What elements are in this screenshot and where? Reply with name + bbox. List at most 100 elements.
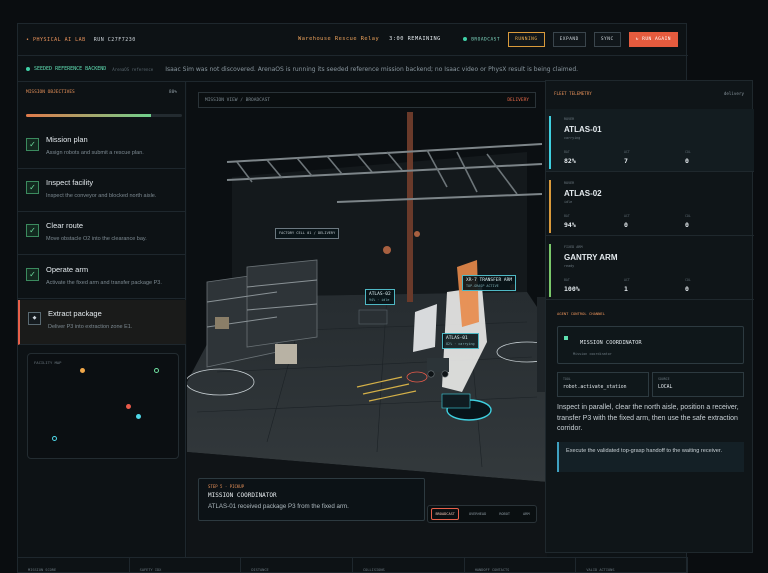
diamond-icon: ◆ <box>28 312 41 325</box>
check-icon: ✓ <box>26 138 39 151</box>
tag-atlas-01[interactable]: ATLAS-01 82% · carrying <box>442 333 479 350</box>
objective-item-active[interactable]: ◆ Extract package Deliver P3 into extrac… <box>18 300 186 345</box>
act-label: ACT <box>624 214 630 218</box>
act-value: 0 <box>624 221 628 229</box>
seed-dot-icon <box>26 67 30 71</box>
objective-title: Mission plan <box>46 135 88 144</box>
tab-broadcast[interactable]: BROADCAST <box>431 508 459 520</box>
live-dot-icon <box>463 36 468 41</box>
metrics-bar: MISSION SCORE SAFETY IDX DISTANCE COLLIS… <box>18 557 689 573</box>
facility-map[interactable]: FACILITY MAP <box>27 353 179 459</box>
objectives-percent: 80% <box>168 90 177 95</box>
bat-label: BAT <box>564 278 570 282</box>
objective-item[interactable]: ✓ Clear route Move obstacle O2 into the … <box>18 212 186 255</box>
map-marker-extraction <box>52 436 57 441</box>
objective-desc: Deliver P3 into extraction zone E1. <box>48 324 133 330</box>
fleet-card-atlas-01[interactable]: ROVER ATLAS-01 carrying BAT 82% ACT 7 CO… <box>546 109 754 172</box>
act-label: ACT <box>624 278 630 282</box>
bat-label: BAT <box>564 214 570 218</box>
bat-value: 94% <box>564 221 576 229</box>
check-icon: ✓ <box>26 268 39 281</box>
fleet-name: ATLAS-02 <box>564 189 602 198</box>
mission-viewport[interactable]: MISSION VIEW / BROADCAST DELIVERY FACTOR… <box>187 82 547 557</box>
sync-button[interactable]: SYNC <box>593 32 621 47</box>
objective-title: Inspect facility <box>46 178 94 187</box>
viewport-header: MISSION VIEW / BROADCAST DELIVERY <box>198 92 536 108</box>
metric-mission-score: MISSION SCORE <box>18 558 130 573</box>
facility-map-label: FACILITY MAP <box>34 360 62 365</box>
fleet-name: GANTRY ARM <box>564 253 618 262</box>
bat-value: 82% <box>564 157 576 165</box>
fleet-state: idle <box>564 200 573 204</box>
act-value: 1 <box>624 285 628 293</box>
tag-factory-cell: FACTORY CELL 01 / DELIVERY <box>275 228 340 239</box>
broadcast-label: BROADCAST <box>471 37 501 43</box>
telemetry-header: FLEET TELEMETRY delivery <box>554 91 744 96</box>
notice-message: Isaac Sim was not discovered. ArenaOS is… <box>165 65 579 73</box>
act-value: 7 <box>624 157 628 165</box>
fleet-state: carrying <box>564 136 581 140</box>
col-value: 0 <box>685 157 689 165</box>
objective-desc: Activate the fixed arm and transfer pack… <box>46 280 162 286</box>
fleet-class: ROVER <box>564 117 575 121</box>
mission-name: Warehouse Rescue Relay <box>298 36 380 42</box>
tool-field: TOOL robot.activate_station <box>557 372 649 397</box>
agent-channel-title: AGENT CONTROL CHANNEL <box>557 311 606 316</box>
objective-desc: Inspect the conveyor and blocked north a… <box>46 193 157 199</box>
agent-plan-text: Inspect in parallel, clear the north ais… <box>557 404 739 432</box>
col-label: COL <box>685 214 691 218</box>
coordinator-step: STEP 5 · PICKUP <box>208 484 245 489</box>
fleet-class: FIXED ARM <box>564 245 583 249</box>
tag-atlas-02[interactable]: ATLAS-02 94% · idle <box>365 289 395 306</box>
tag-transfer-arm[interactable]: XR-7 TRANSFER ARM TOP-GRASP ACTIVE <box>462 275 517 292</box>
running-button[interactable]: RUNNING <box>508 32 545 47</box>
objective-item[interactable]: ✓ Mission plan Assign robots and submit … <box>18 126 186 169</box>
tab-robot[interactable]: ROBOT <box>496 509 513 519</box>
bat-value: 100% <box>564 285 580 293</box>
top-bar: • PHYSICAL AI LAB RUN C27F7230 Warehouse… <box>18 24 688 56</box>
run-again-button[interactable]: ↻ RUN AGAIN <box>628 32 678 47</box>
source-value: LOCAL <box>658 385 673 390</box>
fleet-state: ready <box>564 264 575 268</box>
agent-instruction-note: Execute the validated top-grasp handoff … <box>557 442 744 472</box>
fleet-accent <box>549 180 551 233</box>
fleet-card-atlas-02[interactable]: ROVER ATLAS-02 idle BAT 94% ACT 0 COL 0 <box>546 173 754 236</box>
map-marker-zone <box>154 368 159 373</box>
act-label: ACT <box>624 150 630 154</box>
objectives-header: MISSION OBJECTIVES 80% <box>26 90 177 95</box>
tag-atlas-02-name: ATLAS-02 <box>369 292 391 297</box>
bat-label: BAT <box>564 150 570 154</box>
check-icon: ✓ <box>26 224 39 237</box>
map-marker-atlas-02 <box>80 368 85 373</box>
agent-status-icon <box>564 336 568 340</box>
tag-atlas-02-status: 94% · idle <box>369 297 390 302</box>
metric-distance: DISTANCE <box>241 558 354 573</box>
map-marker-package <box>126 404 131 409</box>
agent-name: MISSION COORDINATOR <box>580 340 642 346</box>
col-value: 0 <box>685 285 689 293</box>
coordinator-title: MISSION COORDINATOR <box>208 492 277 499</box>
fleet-card-gantry-arm[interactable]: FIXED ARM GANTRY ARM ready BAT 100% ACT … <box>546 237 754 300</box>
coordinator-agent-card[interactable]: MISSION COORDINATOR Mission coordinator <box>557 326 744 364</box>
objectives-title: MISSION OBJECTIVES <box>26 90 75 95</box>
backend-notice: SEEDED REFERENCE BACKEND ArenaOS referen… <box>18 57 688 82</box>
tab-arm[interactable]: ARM <box>520 509 533 519</box>
toolbar: BROADCAST RUNNING EXPAND SYNC ↻ RUN AGAI… <box>463 32 678 47</box>
objective-item[interactable]: ✓ Inspect facility Inspect the conveyor … <box>18 169 186 212</box>
objectives-progress <box>26 114 182 117</box>
tag-arm-name: XR-7 TRANSFER ARM <box>466 278 513 283</box>
objective-title: Clear route <box>46 221 84 230</box>
expand-button[interactable]: EXPAND <box>552 32 586 47</box>
tool-label: TOOL <box>563 377 571 381</box>
progress-fill <box>26 114 151 117</box>
tool-value: robot.activate_station <box>563 385 627 390</box>
tab-overhead[interactable]: OVERHEAD <box>466 509 489 519</box>
seed-sublabel: ArenaOS reference <box>112 66 154 72</box>
metric-handoff: HANDOFF CONTACTS <box>465 558 577 573</box>
source-label: SOURCE <box>658 377 670 381</box>
objective-item[interactable]: ✓ Operate arm Activate the fixed arm and… <box>18 256 186 299</box>
run-id: RUN C27F7230 <box>93 36 136 43</box>
check-icon: ✓ <box>26 181 39 194</box>
col-label: COL <box>685 150 691 154</box>
col-label: COL <box>685 278 691 282</box>
